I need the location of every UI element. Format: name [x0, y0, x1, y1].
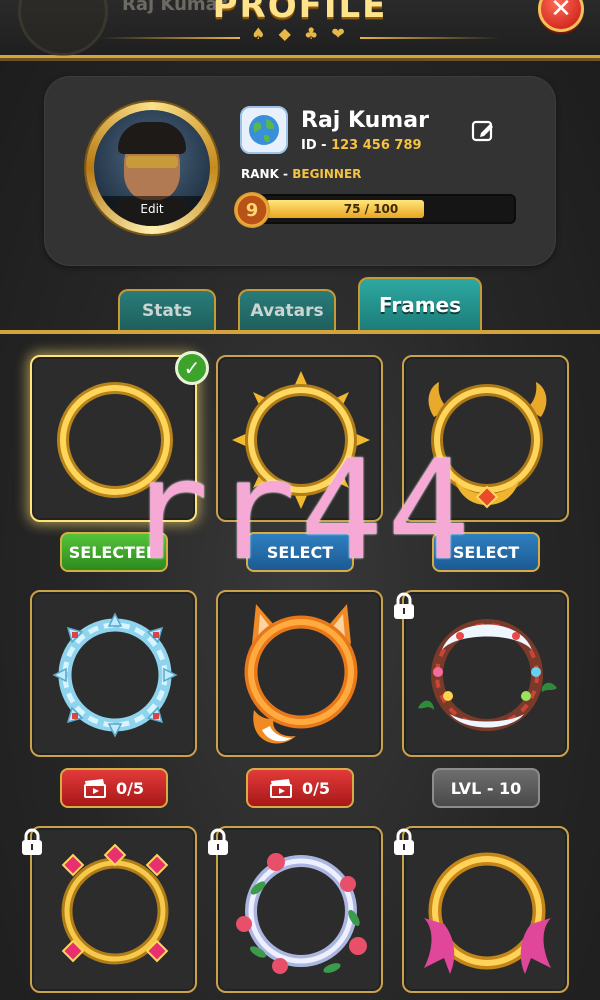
- watch-ad-button-fox-orange[interactable]: 0/5: [246, 768, 354, 808]
- lock-icon: [394, 592, 414, 619]
- tab-avatars[interactable]: Avatars: [238, 289, 336, 331]
- player-id: ID - 123 456 789: [301, 138, 422, 153]
- frame-tile-jeweled-gold[interactable]: [22, 826, 197, 993]
- level-locked-button[interactable]: LVL - 10: [432, 768, 540, 808]
- player-name: Raj Kumar: [301, 108, 429, 133]
- edit-profile-icon[interactable]: [470, 118, 496, 144]
- rank-value: BEGINNER: [292, 167, 362, 181]
- card-suits-ornament: ♠ ◆ ♣ ❤: [251, 24, 349, 43]
- avatar-glasses-shape: [126, 156, 178, 168]
- watch-ad-button-ice-crystal[interactable]: 0/5: [60, 768, 168, 808]
- fox-orange-frame-icon: [244, 604, 358, 744]
- level-badge: 9: [234, 192, 270, 228]
- frame-tile-ribbon-gold[interactable]: [394, 826, 569, 993]
- ad-progress-label: 0/5: [115, 778, 145, 798]
- tabs-divider: [0, 330, 600, 334]
- clapperboard-icon: [269, 779, 292, 798]
- profile-card: Edit Raj Kumar ID - 123 456 789 RANK - B…: [44, 76, 556, 266]
- frame-tile-fox-orange[interactable]: [216, 590, 383, 757]
- close-icon: ✕: [550, 0, 572, 24]
- frame-tile-plain-gold[interactable]: ✓: [30, 351, 209, 522]
- selected-button[interactable]: SELECTED: [60, 532, 168, 572]
- avatar-hair-shape: [118, 122, 186, 154]
- lock-icon: [394, 828, 414, 855]
- frame-tile-ice-crystal[interactable]: [30, 590, 197, 757]
- tab-stats[interactable]: Stats: [118, 289, 216, 331]
- avatar-edit-label[interactable]: Edit: [94, 196, 210, 226]
- player-id-prefix: ID -: [301, 138, 332, 153]
- frame-tile-christmas-wreath[interactable]: [394, 590, 569, 757]
- player-id-value: 123 456 789: [331, 138, 422, 153]
- clapperboard-icon: [83, 779, 106, 798]
- tab-frames[interactable]: Frames: [358, 277, 482, 331]
- ad-progress-label: 0/5: [301, 778, 331, 798]
- jeweled-gold-frame-icon: [61, 843, 169, 965]
- frame-tile-ornate-gold[interactable]: [402, 355, 569, 522]
- xp-progress-text: 75 / 100: [343, 202, 399, 216]
- christmas-wreath-frame-icon: [418, 619, 557, 731]
- floral-pearl-frame-icon: [236, 853, 367, 974]
- page-title: PROFILE: [212, 0, 388, 26]
- lock-icon: [208, 828, 228, 855]
- rank-label: RANK - BEGINNER: [241, 167, 361, 181]
- country-flag-badge: [240, 106, 288, 154]
- ribbon-gold-frame-icon: [424, 852, 551, 974]
- avatar-portrait: Edit: [94, 110, 210, 226]
- frame-tile-sun-gold[interactable]: [216, 355, 383, 522]
- select-button-ornate-gold[interactable]: SELECT: [432, 532, 540, 572]
- plain-gold-frame-icon: [57, 382, 173, 498]
- xp-progress-bar: 75 / 100: [252, 194, 516, 224]
- ornate-gold-frame-icon: [428, 382, 547, 509]
- rank-prefix: RANK -: [241, 167, 293, 181]
- select-button-sun-gold[interactable]: SELECT: [246, 532, 354, 572]
- ice-crystal-frame-icon: [52, 612, 178, 738]
- selected-check-icon: ✓: [175, 351, 209, 385]
- globe-icon: [249, 115, 279, 145]
- lock-icon: [22, 828, 42, 855]
- header-bar: Raj Kumar PROFILE ♠ ◆ ♣ ❤ ✕: [0, 0, 600, 58]
- avatar[interactable]: Edit: [86, 102, 218, 234]
- sun-gold-frame-icon: [232, 371, 370, 509]
- frame-tile-floral-pearl[interactable]: [208, 826, 383, 993]
